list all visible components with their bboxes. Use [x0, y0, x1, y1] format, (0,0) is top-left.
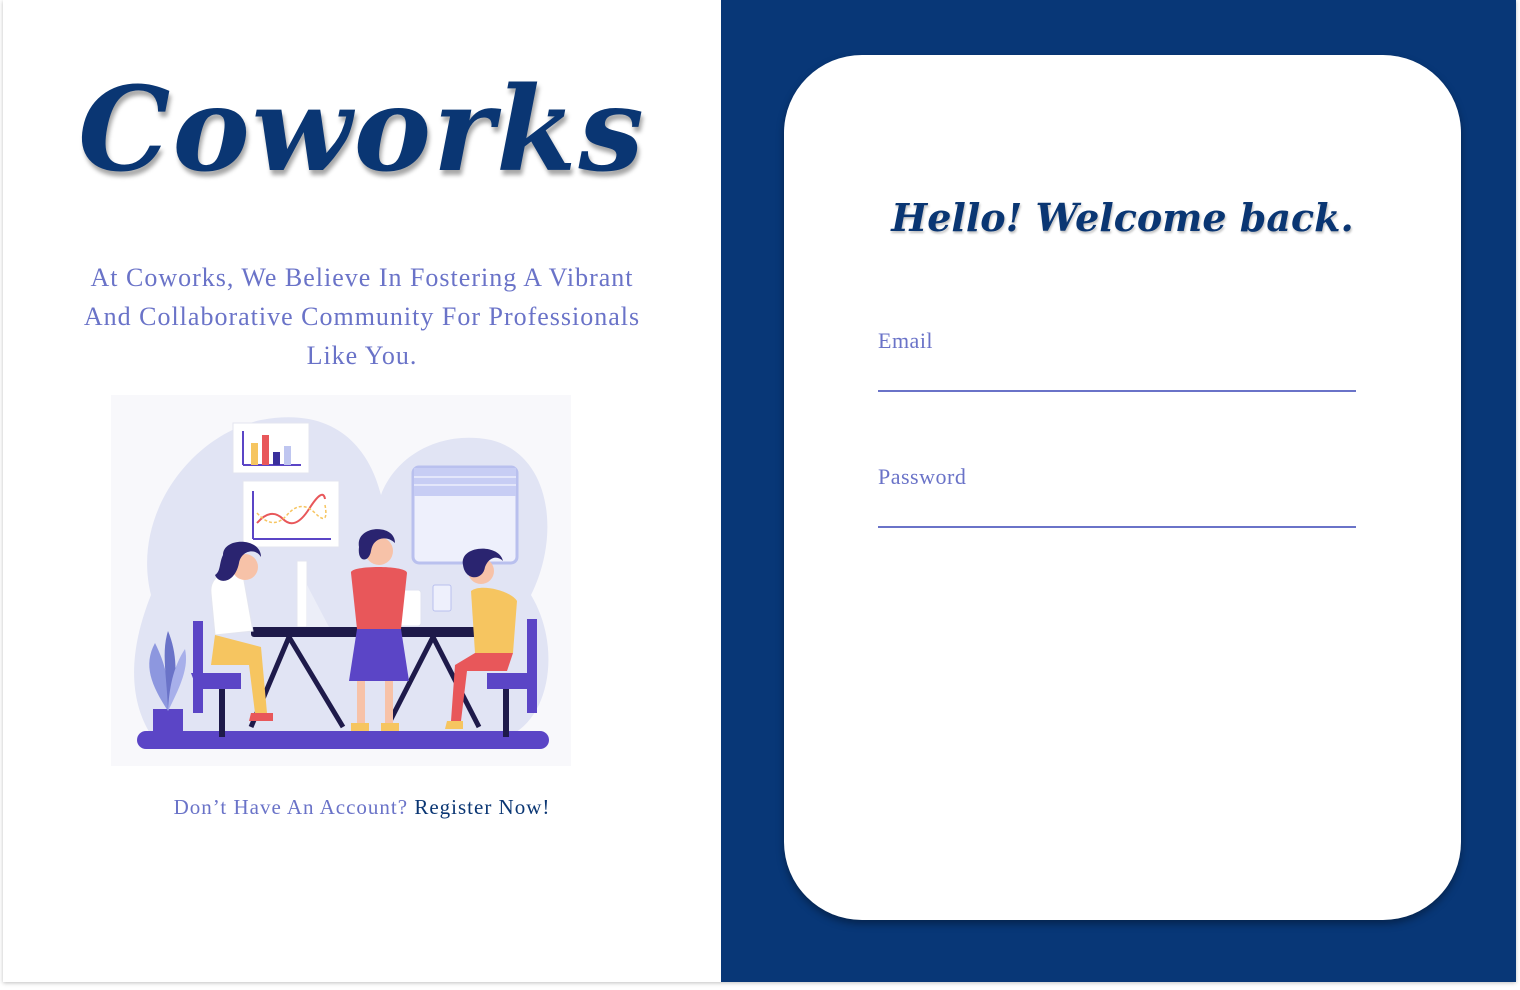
app-frame: Coworks At Coworks, We Believe In Foster… [3, 0, 1516, 982]
register-prompt: Don’t Have An Account? Register Now! [3, 795, 721, 820]
register-question: Don’t Have An Account? [173, 795, 409, 819]
password-field-group: Password [878, 464, 1358, 528]
left-panel: Coworks At Coworks, We Believe In Foster… [3, 0, 721, 982]
password-label: Password [878, 464, 967, 489]
register-now-link[interactable]: Register Now! [414, 795, 550, 819]
login-card: Hello! Welcome back. Email Password [784, 55, 1461, 920]
tagline: At Coworks, We Believe In Fostering A Vi… [83, 263, 641, 370]
email-input[interactable] [878, 358, 1356, 392]
welcome-heading: Hello! Welcome back. [891, 195, 1354, 240]
brand-logo: Coworks [78, 62, 646, 198]
password-input[interactable] [878, 494, 1356, 528]
team-meeting-illustration [111, 395, 571, 766]
email-label: Email [878, 328, 934, 353]
email-field-group: Email [878, 328, 1358, 392]
